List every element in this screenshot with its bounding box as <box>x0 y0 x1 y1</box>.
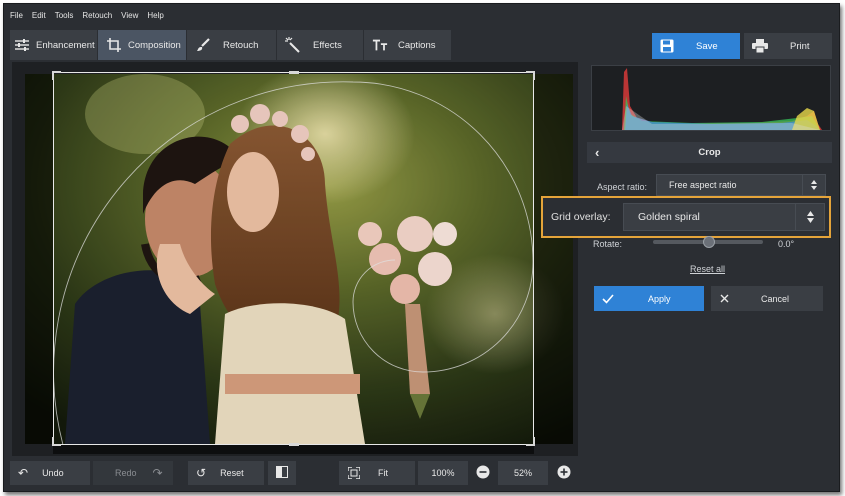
crop-handle-top-right[interactable] <box>526 71 535 80</box>
spin-arrows-icon <box>802 175 825 195</box>
crop-handle-top[interactable] <box>289 71 299 74</box>
rotate-value: 0.0° <box>778 239 795 249</box>
reset-icon: ↺ <box>196 466 207 480</box>
crop-icon <box>106 37 122 53</box>
tab-retouch[interactable]: Retouch <box>187 30 277 60</box>
tab-enhancement[interactable]: Enhancement <box>10 30 98 60</box>
crop-mask-bottom <box>53 445 534 454</box>
crop-frame[interactable] <box>52 71 535 446</box>
fit-icon <box>348 467 360 479</box>
menu-tools[interactable]: Tools <box>55 11 74 20</box>
menu-retouch[interactable]: Retouch <box>82 11 112 20</box>
menu-file[interactable]: File <box>10 11 23 20</box>
undo-icon: ↶ <box>18 466 29 480</box>
printer-icon <box>752 39 768 53</box>
crop-title: Crop <box>698 147 721 158</box>
apply-button[interactable]: Apply <box>594 286 704 311</box>
close-icon <box>720 294 729 303</box>
zoom-100-button[interactable]: 100% <box>418 461 468 485</box>
tab-label: Enhancement <box>36 39 95 51</box>
menu-edit[interactable]: Edit <box>32 11 46 20</box>
floppy-icon <box>660 39 674 53</box>
crop-mask-left <box>25 74 53 444</box>
tab-composition[interactable]: Composition <box>98 30 187 60</box>
print-button[interactable]: Print <box>744 33 832 59</box>
magic-wand-icon <box>285 37 301 53</box>
apply-label: Apply <box>648 293 671 304</box>
fit-label: Fit <box>378 468 388 478</box>
menu-help[interactable]: Help <box>147 11 163 20</box>
zoom-out-icon <box>476 465 490 481</box>
app-window: File Edit Tools Retouch View Help Enhanc… <box>3 3 840 492</box>
zoom-100-label: 100% <box>431 468 455 478</box>
aspect-ratio-value: Free aspect ratio <box>669 180 737 190</box>
tab-label: Effects <box>313 39 342 51</box>
zoom-value[interactable]: 52% <box>498 461 548 485</box>
grid-overlay-label: Grid overlay: <box>551 211 611 223</box>
grid-overlay-value: Golden spiral <box>638 211 700 223</box>
grid-overlay-row: Grid overlay: Golden spiral <box>541 196 831 238</box>
redo-label: Redo <box>115 468 137 478</box>
right-panel: ‹ Crop Aspect ratio: Free aspect ratio <box>587 62 832 491</box>
redo-icon: ↷ <box>152 466 163 480</box>
rotate-label: Rotate: <box>593 239 623 249</box>
cancel-button[interactable]: Cancel <box>711 286 823 311</box>
bottom-toolbar: ↶ Undo Redo ↷ ↺ Reset Fit 100% 52% <box>4 457 584 491</box>
brush-icon <box>195 37 211 53</box>
tab-effects[interactable]: Effects <box>277 30 364 60</box>
histogram <box>591 65 831 131</box>
cancel-label: Cancel <box>761 293 790 304</box>
undo-button[interactable]: ↶ Undo <box>10 461 90 485</box>
crop-handle-bottom[interactable] <box>289 443 299 446</box>
crop-handle-top-left[interactable] <box>52 71 61 80</box>
crop-mask-right <box>534 74 573 444</box>
checkmark-icon <box>602 293 614 304</box>
tab-bar: Enhancement Composition Retouch Effects … <box>10 30 452 60</box>
image-canvas[interactable] <box>12 62 578 456</box>
sliders-icon <box>14 37 30 53</box>
reset-button[interactable]: ↺ Reset <box>188 461 264 485</box>
spin-arrows-icon <box>795 204 824 230</box>
menu-view[interactable]: View <box>121 11 138 20</box>
compare-button[interactable] <box>268 461 296 485</box>
zoom-in-button[interactable] <box>552 461 576 485</box>
reset-label: Reset <box>220 468 244 478</box>
back-chevron-icon[interactable]: ‹ <box>595 145 599 160</box>
aspect-ratio-label: Aspect ratio: <box>597 182 648 192</box>
zoom-in-icon <box>557 465 571 481</box>
tab-label: Composition <box>128 39 181 51</box>
crop-handle-bottom-right[interactable] <box>526 437 535 446</box>
fit-button[interactable]: Fit <box>339 461 415 485</box>
print-label: Print <box>790 40 810 52</box>
save-button[interactable]: Save <box>652 33 740 59</box>
tab-captions[interactable]: Captions <box>364 30 452 60</box>
crop-header: ‹ Crop <box>587 142 832 163</box>
crop-handle-bottom-left[interactable] <box>52 437 61 446</box>
tab-label: Captions <box>398 39 436 51</box>
reset-all-link[interactable]: Reset all <box>690 264 725 274</box>
text-icon <box>372 37 388 53</box>
redo-button[interactable]: Redo ↷ <box>93 461 173 485</box>
save-label: Save <box>696 40 718 52</box>
zoom-out-button[interactable] <box>471 461 495 485</box>
zoom-value-label: 52% <box>513 468 532 478</box>
menu-bar: File Edit Tools Retouch View Help <box>4 4 839 26</box>
aspect-ratio-select[interactable]: Free aspect ratio <box>656 174 826 196</box>
tab-label: Retouch <box>223 39 259 51</box>
undo-label: Undo <box>42 468 64 478</box>
grid-overlay-select[interactable]: Golden spiral <box>623 203 825 231</box>
rotate-slider-knob[interactable] <box>703 236 715 248</box>
compare-icon <box>276 466 288 480</box>
